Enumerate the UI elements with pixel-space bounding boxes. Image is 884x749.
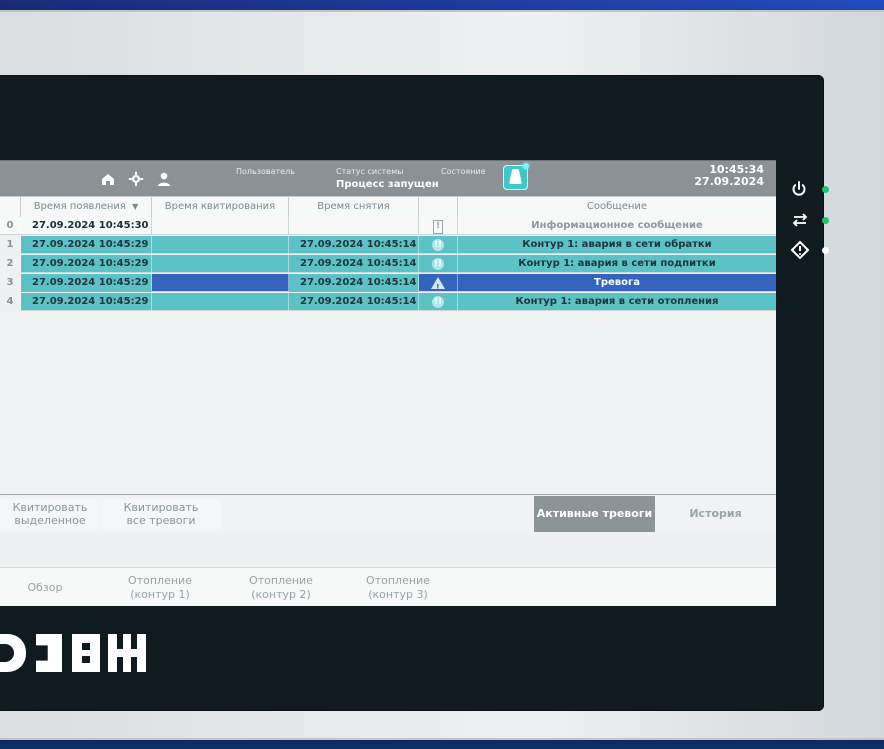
top-status-bar: Пользователь Статус системы Процесс запу…: [0, 161, 776, 196]
alarm-state-button[interactable]: [503, 163, 529, 190]
row-id: 2: [0, 255, 21, 273]
power-status-led: [822, 186, 829, 193]
nav-heating-3[interactable]: Отопление (контур 3): [350, 571, 446, 605]
appearance-time: 27.09.2024 10:45:29: [21, 274, 152, 292]
nav-heating-1[interactable]: Отопление (контур 1): [112, 571, 208, 605]
message: Контур 1: авария в сети подпитки: [518, 258, 716, 269]
warning-icon[interactable]: [790, 240, 810, 264]
nav-heating-3-label: Отопление (контур 3): [366, 574, 430, 601]
column-ack-time[interactable]: Время квитирования: [152, 197, 289, 217]
row-id: 3: [0, 274, 21, 292]
ack-all-button[interactable]: Квитировать все тревоги: [101, 499, 221, 529]
state-label: Состояние: [441, 167, 486, 176]
row-icon-cell: [419, 274, 458, 292]
clear-time: 27.09.2024 10:45:14: [289, 236, 419, 254]
bottom-navigation: Обзор Отопление (контур 1) Отопление (ко…: [0, 567, 776, 606]
appearance-time: 27.09.2024 10:45:30: [21, 217, 152, 235]
column-id: [0, 197, 21, 217]
column-message[interactable]: Сообщение: [458, 197, 776, 217]
ack-time: [152, 217, 289, 235]
system-status-label: Статус системы: [336, 167, 404, 176]
row-id: 1: [0, 236, 21, 254]
link-status-led: [822, 217, 829, 224]
ack-time: [152, 255, 289, 273]
appearance-time: 27.09.2024 10:45:29: [21, 255, 152, 273]
message: Контур 1: авария в сети отопления: [515, 296, 719, 307]
system-status-value: Процесс запущен: [336, 179, 439, 190]
clear-time: 27.09.2024 10:45:14: [289, 255, 419, 273]
bell-icon: [509, 169, 522, 184]
nav-heating-2[interactable]: Отопление (контур 2): [233, 571, 329, 605]
ack-time: [152, 236, 289, 254]
sort-down-icon: ▼: [132, 202, 139, 211]
warning-double-icon: !!: [432, 258, 444, 270]
gear-icon[interactable]: [128, 171, 144, 187]
clock-date: 27.09.2024: [694, 175, 764, 188]
row-icon-cell: !!: [419, 293, 458, 311]
warning-double-icon: !!: [432, 239, 444, 251]
alarm-triangle-icon: [431, 277, 445, 292]
nav-heating-2-label: Отопление (контур 2): [249, 574, 313, 601]
message: Тревога: [594, 277, 640, 288]
column-icon: [419, 197, 458, 217]
alarm-table-empty-area: [0, 313, 776, 494]
row-id: 4: [0, 293, 21, 311]
user-icon[interactable]: [156, 171, 172, 187]
appearance-time: 27.09.2024 10:45:29: [21, 293, 152, 311]
ack-time: [152, 274, 289, 292]
message: Контур 1: авария в сети обратки: [522, 239, 712, 250]
message: Информационное сообщение: [531, 220, 703, 231]
column-appearance-time-label: Время появления: [33, 201, 126, 212]
row-icon-cell: !!: [419, 236, 458, 254]
column-clear-time[interactable]: Время снятия: [289, 197, 419, 217]
tab-history[interactable]: История: [655, 496, 776, 532]
oven-logo: [0, 634, 146, 672]
table-row[interactable]: 2 27.09.2024 10:45:29 27.09.2024 10:45:1…: [0, 255, 776, 273]
user-label: Пользователь: [236, 167, 295, 176]
nav-overview[interactable]: Обзор: [0, 571, 90, 605]
table-row[interactable]: 1 27.09.2024 10:45:29 27.09.2024 10:45:1…: [0, 236, 776, 254]
power-icon[interactable]: [790, 180, 808, 202]
table-row[interactable]: 4 27.09.2024 10:45:29 27.09.2024 10:45:1…: [0, 293, 776, 311]
alarm-toolbar: Квитировать выделенное Квитировать все т…: [0, 494, 776, 533]
ack-selected-button[interactable]: Квитировать выделенное: [0, 499, 100, 529]
exchange-icon[interactable]: [791, 211, 809, 233]
row-id: 0: [0, 217, 21, 235]
warning-double-icon: !!: [432, 296, 444, 308]
clock: 10:45:34 27.09.2024: [694, 164, 764, 188]
ack-time: [152, 293, 289, 311]
row-icon-cell: !!: [419, 255, 458, 273]
info-icon: !: [433, 220, 443, 234]
tab-active-alarms[interactable]: Активные тревоги: [534, 496, 655, 532]
alarm-indicator: [523, 163, 529, 169]
ack-all-label: Квитировать все тревоги: [123, 501, 199, 527]
row-icon-cell: !: [419, 217, 458, 235]
clear-time: 27.09.2024 10:45:14: [289, 274, 419, 292]
appearance-time: 27.09.2024 10:45:29: [21, 236, 152, 254]
home-icon[interactable]: [100, 171, 116, 187]
hmi-screen: Пользователь Статус системы Процесс запу…: [0, 160, 776, 606]
nav-overview-label: Обзор: [27, 581, 63, 594]
column-appearance-time[interactable]: Время появления ▼: [21, 197, 152, 217]
clear-time: 27.09.2024 10:45:14: [289, 293, 419, 311]
table-row-selected[interactable]: 3 27.09.2024 10:45:29 27.09.2024 10:45:1…: [0, 274, 776, 292]
alarm-status-led: [822, 247, 829, 254]
ack-selected-label: Квитировать выделенное: [12, 501, 88, 527]
table-row[interactable]: 0 27.09.2024 10:45:30 ! Информационное с…: [0, 217, 776, 235]
nav-heating-1-label: Отопление (контур 1): [128, 574, 192, 601]
clear-time: [289, 217, 419, 235]
alarm-table-header: Время появления ▼ Время квитирования Вре…: [0, 196, 776, 218]
